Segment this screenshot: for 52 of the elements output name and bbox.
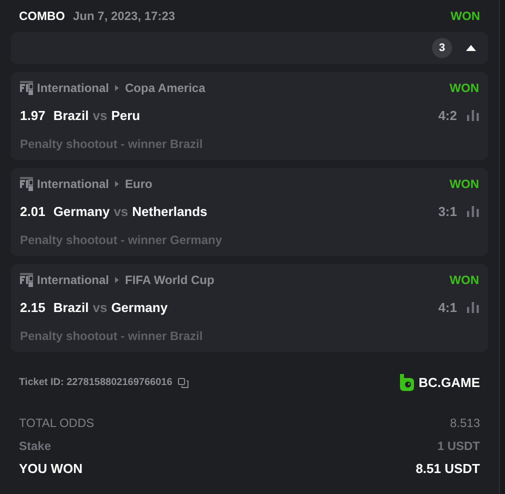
- league-icon: [20, 81, 33, 95]
- odds-value: 1.97: [20, 108, 46, 123]
- category-label: International: [37, 273, 110, 287]
- match-score: 3:1: [438, 204, 457, 219]
- market-label: Penalty shootout - winner Brazil: [20, 137, 203, 151]
- summary-value: 8.51 USDT: [416, 461, 480, 476]
- match-score: 4:1: [438, 300, 457, 315]
- away-team: Germany: [111, 300, 168, 315]
- chevron-icon: [115, 277, 120, 283]
- category-label: International: [37, 177, 110, 191]
- versus-label: vs: [114, 204, 128, 219]
- stats-icon[interactable]: [467, 302, 479, 313]
- ticket-id: Ticket ID: 2278158802169766016: [19, 377, 172, 388]
- market-label: Penalty shootout - winner Germany: [20, 233, 222, 247]
- selections-bar[interactable]: 3: [11, 32, 488, 64]
- league-label: Euro: [125, 177, 152, 191]
- away-team: Peru: [111, 108, 140, 123]
- summary-label: TOTAL ODDS: [19, 416, 94, 430]
- versus-label: vs: [92, 108, 108, 123]
- versus-label: vs: [92, 300, 108, 315]
- odds-value: 2.01: [20, 204, 46, 219]
- summary-label: Stake: [19, 438, 52, 452]
- stats-icon[interactable]: [467, 206, 479, 217]
- league-icon: [20, 177, 33, 191]
- match-score: 4:2: [438, 108, 457, 123]
- chevron-icon: [115, 85, 120, 91]
- league-label: Copa America: [125, 81, 206, 95]
- odds-value: 2.15: [20, 300, 46, 315]
- copy-icon[interactable]: [178, 378, 190, 388]
- summary-value: 8.513: [450, 416, 480, 430]
- category-label: International: [37, 81, 110, 95]
- market-label: Penalty shootout - winner Brazil: [20, 329, 203, 343]
- chevron-icon: [115, 181, 120, 187]
- bet-date: Jun 7, 2023, 17:23: [73, 9, 176, 23]
- logo-icon: [400, 374, 414, 391]
- league-icon: [20, 273, 33, 287]
- summary-value: 1 USDT: [437, 438, 480, 452]
- selection-status: WON: [450, 81, 479, 95]
- selection-count: 3: [432, 38, 452, 58]
- brand-name: BC.GAME: [418, 375, 480, 390]
- league-label: FIFA World Cup: [125, 273, 214, 287]
- summary-label: YOU WON: [19, 461, 83, 476]
- home-team: Germany: [53, 204, 110, 219]
- bet-status: WON: [450, 9, 480, 23]
- stats-icon[interactable]: [467, 110, 479, 121]
- selection-status: WON: [450, 273, 479, 287]
- caret-icon[interactable]: [466, 45, 476, 51]
- home-team: Brazil: [53, 108, 89, 123]
- away-team: Netherlands: [132, 204, 208, 219]
- home-team: Brazil: [53, 300, 89, 315]
- bet-type: COMBO: [19, 9, 65, 23]
- selection-status: WON: [450, 177, 479, 191]
